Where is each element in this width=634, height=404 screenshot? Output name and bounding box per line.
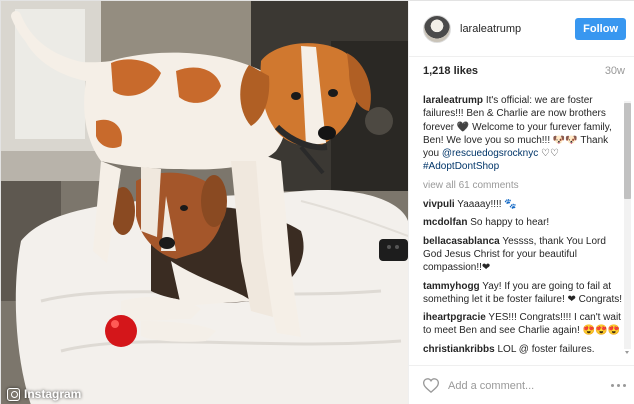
heart-icon[interactable]	[423, 378, 439, 393]
comment-item: tammyhogg Yay! If you are going to fail …	[423, 280, 623, 307]
post-header: laraleatrump Follow	[409, 1, 634, 57]
comment-author[interactable]: bellacasablanca	[423, 236, 500, 247]
post-side-panel: laraleatrump Follow 1,218 likes 30w lara…	[408, 1, 634, 404]
comment-text: So happy to hear!	[470, 217, 550, 229]
add-comment-input[interactable]	[448, 379, 611, 392]
dogs-photo-illustration	[1, 1, 408, 404]
comments-scrollbar[interactable]	[624, 101, 631, 349]
caption-author[interactable]: laraleatrump	[423, 95, 483, 106]
instagram-post-embed: Instagram laraleatrump Follow 1,218 like…	[0, 0, 634, 404]
instagram-watermark: Instagram	[7, 387, 81, 401]
comment-author[interactable]: mcdolfan	[423, 217, 467, 228]
follow-button[interactable]: Follow	[575, 17, 626, 40]
caption-mention[interactable]: @rescuedogsrocknyc	[442, 148, 538, 159]
comment-item: vivpuli Yaaaay!!!! 🐾	[423, 198, 623, 211]
instagram-camera-icon	[7, 387, 20, 401]
comment-text: LOL @ foster failures.	[497, 343, 595, 355]
comment-author[interactable]: tammyhogg	[423, 281, 480, 292]
comment-item: christiankribbs LOL @ foster failures.	[423, 343, 623, 356]
username[interactable]: laraleatrump	[460, 23, 575, 35]
comment-author[interactable]: christiankribbs	[423, 344, 495, 355]
caption-text-after: ♡♡	[538, 148, 559, 160]
comment-item: mcdolfan So happy to hear!	[423, 216, 623, 229]
post-photo[interactable]: Instagram	[1, 1, 408, 404]
watermark-text: Instagram	[24, 387, 82, 401]
caption-hashtag[interactable]: #AdoptDontShop	[423, 160, 623, 173]
scroll-down-arrow-icon[interactable]	[624, 350, 631, 356]
caption: laraleatrump It's official: we are foste…	[423, 94, 623, 174]
view-all-comments-link[interactable]: view all 61 comments	[423, 179, 623, 192]
post-meta: 1,218 likes 30w	[423, 65, 625, 77]
comment-author[interactable]: vivpuli	[423, 199, 455, 210]
likes-count[interactable]: 1,218 likes	[423, 65, 478, 77]
post-time[interactable]: 30w	[605, 65, 625, 77]
comment-author[interactable]: iheartpgracie	[423, 312, 486, 323]
scrollbar-thumb[interactable]	[624, 103, 631, 199]
avatar[interactable]	[423, 14, 451, 43]
more-options-icon[interactable]	[611, 384, 626, 387]
comments-list[interactable]: laraleatrump It's official: we are foste…	[423, 94, 623, 360]
post-footer	[409, 365, 634, 404]
comment-text: Yaaaay!!!! 🐾	[457, 199, 517, 211]
comment-item: iheartpgracie YES!!! Congrats!!!! I can'…	[423, 311, 623, 338]
comment-item: bellacasablanca Yessss, thank You Lord G…	[423, 235, 623, 275]
